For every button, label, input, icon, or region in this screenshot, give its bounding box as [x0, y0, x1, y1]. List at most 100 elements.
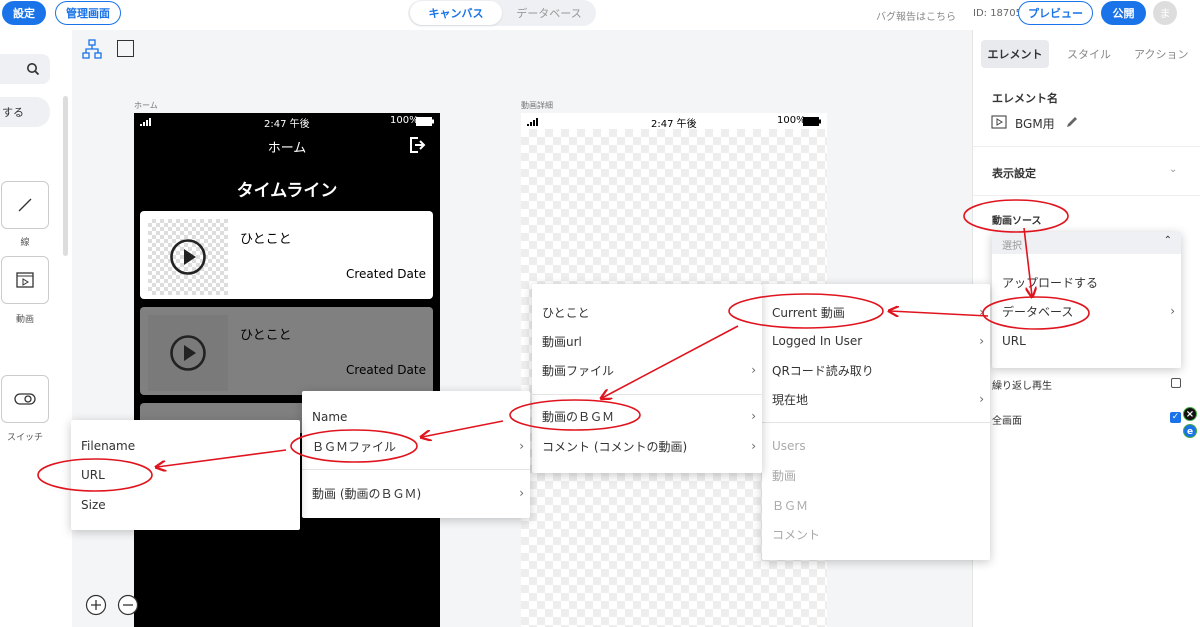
- list-item[interactable]: ひとこと Created Date: [140, 211, 433, 299]
- menu-item-qr-reader[interactable]: QRコード読み取り: [762, 356, 990, 384]
- tool-video[interactable]: [1, 256, 49, 304]
- extension-icon[interactable]: e: [1183, 424, 1197, 438]
- tab-element[interactable]: エレメント: [981, 40, 1049, 68]
- search-box[interactable]: [0, 54, 50, 84]
- fullscreen-checkbox[interactable]: ✓: [1170, 412, 1181, 423]
- settings-button[interactable]: 設定: [2, 1, 46, 25]
- menu-item-label: Current 動画: [772, 305, 845, 320]
- clock: 2:47 午後: [264, 119, 310, 130]
- menu-item-bgm-file[interactable]: ＢＧＭファイル ›: [302, 432, 530, 460]
- menu-item-label: 動画ファイル: [542, 363, 615, 378]
- video-fields-menu[interactable]: ひとこと 動画url 動画ファイル › 動画のＢＧＭ › コメント (コメントの動画…: [532, 284, 762, 473]
- display-settings-label[interactable]: 表示設定: [992, 165, 1036, 181]
- battery-text: 100%: [777, 115, 806, 126]
- menu-item-video-file[interactable]: 動画ファイル ›: [532, 356, 762, 384]
- menu-item-size[interactable]: Size: [71, 491, 300, 519]
- tab-style[interactable]: スタイル: [1067, 40, 1111, 68]
- menu-item-users: Users: [772, 439, 806, 453]
- select-placeholder: 選択: [1002, 241, 1022, 252]
- video-source-label: 動画ソース: [992, 216, 1042, 227]
- hierarchy-icon[interactable]: [82, 39, 102, 59]
- chevron-right-icon: ›: [751, 409, 756, 423]
- battery-icon: [416, 117, 434, 126]
- loop-checkbox[interactable]: [1171, 378, 1181, 388]
- loop-label: 繰り返し再生: [992, 381, 1052, 392]
- menu-item-comment: コメント: [772, 527, 821, 542]
- chevron-down-icon[interactable]: ⌄: [1169, 164, 1177, 175]
- view-switch: キャンバス データベース: [408, 0, 596, 26]
- left-toolbox: する 線 動画 スイッチ: [0, 30, 72, 627]
- battery-text: 100%: [390, 115, 419, 126]
- tool-line[interactable]: [1, 181, 49, 229]
- chevron-right-icon: ›: [979, 392, 984, 406]
- chevron-up-icon[interactable]: ⌃: [1164, 235, 1172, 246]
- menu-item-video-of-bgm[interactable]: 動画 (動画のＢＧＭ) ›: [302, 479, 530, 507]
- tool-video-label: 動画: [15, 315, 34, 325]
- menu-item-hitokoto[interactable]: ひとこと: [532, 298, 762, 326]
- chevron-right-icon: ›: [519, 486, 524, 500]
- avatar[interactable]: ま: [1153, 1, 1177, 25]
- tab-action[interactable]: アクション: [1134, 40, 1188, 68]
- menu-item-label: ＢＧＭファイル: [312, 439, 397, 454]
- preview-button[interactable]: プレビュー: [1018, 1, 1093, 25]
- menu-item-label: 現在地: [772, 392, 809, 407]
- status-bar: 2:47 午後 100%: [521, 113, 827, 130]
- logout-icon[interactable]: [408, 136, 426, 154]
- frame-icon[interactable]: [117, 40, 134, 57]
- bug-report-link[interactable]: バグ報告はこちら: [876, 8, 956, 23]
- chevron-right-icon: ›: [751, 363, 756, 377]
- chevron-right-icon: ›: [979, 305, 984, 319]
- tab-canvas[interactable]: キャンバス: [410, 1, 502, 25]
- card-title: ひとこと: [240, 232, 292, 247]
- file-fields-menu[interactable]: Filename URL Size: [71, 420, 300, 530]
- menu-item-database[interactable]: データベース ›: [992, 297, 1181, 325]
- menu-item-comment-video[interactable]: コメント (コメントの動画) ›: [532, 432, 762, 460]
- menu-item-filename[interactable]: Filename: [71, 432, 300, 460]
- menu-item-video-bgm[interactable]: 動画のＢＧＭ ›: [532, 402, 762, 430]
- admin-button[interactable]: 管理画面: [55, 1, 121, 25]
- chevron-right-icon: ›: [1170, 304, 1175, 318]
- menu-item-location[interactable]: 現在地 ›: [762, 385, 990, 413]
- status-bar: 2:47 午後 100%: [134, 113, 440, 130]
- video-thumbnail: [148, 315, 228, 391]
- menu-item-bgm: ＢＧＭ: [772, 498, 809, 513]
- menu-item-upload[interactable]: アップロードする: [992, 268, 1181, 296]
- card-date: Created Date: [346, 363, 426, 377]
- pencil-icon[interactable]: [1065, 115, 1079, 129]
- select-header[interactable]: 選択 ⌃: [992, 232, 1181, 254]
- search-icon[interactable]: [26, 62, 40, 76]
- top-bar: 設定 管理画面 キャンバス データベース バグ報告はこちら ID: 18705 …: [0, 0, 1200, 30]
- zoom-out-icon[interactable]: [117, 594, 139, 616]
- switch-icon: [14, 393, 36, 405]
- toolbox-pill[interactable]: する: [0, 97, 50, 127]
- chevron-right-icon: ›: [979, 334, 984, 348]
- timeline-heading: タイムライン: [236, 181, 338, 201]
- menu-item-current-video[interactable]: Current 動画 ›: [762, 298, 990, 326]
- menu-item-file-url[interactable]: URL: [71, 461, 300, 489]
- video-icon: [991, 115, 1007, 129]
- home-screen-label: ホーム: [134, 101, 158, 110]
- menu-item-label: コメント (コメントの動画): [542, 439, 688, 454]
- zoom-in-icon[interactable]: [85, 594, 107, 616]
- close-icon[interactable]: ×: [1183, 407, 1197, 421]
- bgm-fields-menu[interactable]: Name ＢＧＭファイル › 動画 (動画のＢＧＭ) ›: [302, 391, 530, 518]
- app-id: ID: 18705: [973, 8, 1023, 19]
- toolbox-scrollbar[interactable]: [63, 96, 68, 256]
- menu-item-video-url[interactable]: 動画url: [532, 327, 762, 355]
- menu-item-video: 動画: [772, 468, 797, 483]
- video-source-dropdown[interactable]: 選択 ⌃ アップロードする データベース › URL: [992, 232, 1181, 368]
- tool-switch[interactable]: [1, 375, 49, 423]
- battery-icon: [803, 117, 821, 126]
- element-name-label: エレメント名: [992, 92, 1058, 105]
- list-item[interactable]: ひとこと Created Date: [140, 307, 433, 395]
- menu-item-logged-in-user[interactable]: Logged In User ›: [762, 327, 990, 355]
- element-name-value: BGM用: [1015, 117, 1055, 131]
- menu-item-label: 動画 (動画のＢＧＭ): [312, 486, 422, 501]
- home-screen[interactable]: 2:47 午後 100% ホーム タイムライン ひとこと Created Dat…: [134, 113, 440, 627]
- publish-button[interactable]: 公開: [1101, 1, 1146, 25]
- menu-item-label: Logged In User: [772, 334, 863, 348]
- menu-item-url[interactable]: URL: [992, 327, 1181, 355]
- database-source-menu[interactable]: Current 動画 › Logged In User › QRコード読み取り 現在…: [762, 284, 990, 560]
- menu-item-name[interactable]: Name: [302, 403, 530, 431]
- tab-database[interactable]: データベース: [504, 1, 594, 25]
